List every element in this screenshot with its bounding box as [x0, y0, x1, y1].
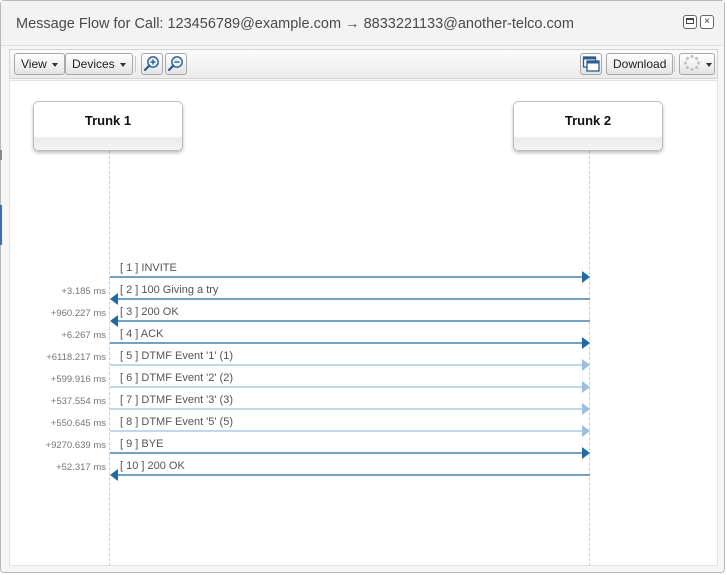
download-label: Download — [613, 57, 667, 71]
message-label[interactable]: [ 3 ] 200 OK — [120, 306, 179, 318]
message-time-delta: +3.185 ms — [61, 286, 106, 297]
message-label[interactable]: [ 1 ] INVITE — [120, 262, 177, 274]
toolbar-divider — [135, 56, 136, 72]
devices-menu-label: Devices — [72, 57, 115, 71]
message-time-delta: +550.645 ms — [50, 418, 106, 429]
arrow-head-icon — [582, 447, 590, 459]
chevron-down-icon — [119, 62, 126, 67]
arrow-head-icon — [582, 403, 590, 415]
message-flow-window: Message Flow for Call: 123456789@example… — [0, 0, 725, 573]
message-label[interactable]: [ 8 ] DTMF Event '5' (5) — [120, 416, 233, 428]
arrow-head-icon — [582, 271, 590, 283]
windows-icon — [582, 56, 600, 72]
message-flow-diagram: Trunk 1 Trunk 2 [ 1 ] INVITE[ 2 ] 100 Gi… — [9, 80, 718, 566]
zoom-in-button[interactable] — [141, 53, 163, 75]
devices-menu-button[interactable]: Devices — [65, 53, 133, 75]
arrow-head-icon — [110, 293, 118, 305]
chevron-down-icon — [706, 62, 712, 67]
maximize-icon[interactable] — [683, 15, 697, 29]
message-label[interactable]: [ 10 ] 200 OK — [120, 460, 185, 472]
settings-menu-button[interactable] — [679, 53, 715, 75]
view-menu-label: View — [21, 57, 47, 71]
toolbar-divider — [674, 56, 675, 72]
zoom-out-button[interactable] — [165, 53, 187, 75]
arrow-head-icon — [582, 337, 590, 349]
chevron-down-icon — [51, 62, 58, 67]
window-edge-mark — [0, 150, 2, 160]
message-label[interactable]: [ 9 ] BYE — [120, 438, 163, 450]
download-button[interactable]: Download — [606, 53, 674, 75]
settings-spinner-icon — [683, 55, 701, 72]
zoom-in-icon — [143, 56, 159, 72]
arrow-head-icon — [110, 469, 118, 481]
message-time-delta: +537.554 ms — [50, 396, 106, 407]
message-time-delta: +599.916 ms — [50, 374, 106, 385]
arrow-head-icon — [582, 425, 590, 437]
toolbar: View Devices Download — [9, 49, 718, 79]
message-time-delta: +9270.639 ms — [45, 440, 106, 451]
message-time-delta: +6.267 ms — [61, 330, 106, 341]
window-edge-mark — [0, 205, 2, 245]
message-arrows — [110, 271, 590, 481]
close-icon[interactable]: × — [700, 15, 714, 29]
message-time-delta: +960.227 ms — [50, 308, 106, 319]
windows-button[interactable] — [580, 53, 602, 75]
arrow-head-icon — [582, 359, 590, 371]
message-label[interactable]: [ 5 ] DTMF Event '1' (1) — [120, 350, 233, 362]
arrow-head-icon — [110, 315, 118, 327]
arrow-head-icon — [582, 381, 590, 393]
message-label[interactable]: [ 6 ] DTMF Event '2' (2) — [120, 372, 233, 384]
message-time-delta: +6118.217 ms — [46, 352, 106, 363]
message-time-delta: +52.317 ms — [56, 462, 106, 473]
message-label[interactable]: [ 2 ] 100 Giving a try — [120, 284, 218, 296]
zoom-out-icon — [167, 56, 183, 72]
window-title: Message Flow for Call: 123456789@example… — [16, 16, 574, 32]
message-label[interactable]: [ 7 ] DTMF Event '3' (3) — [120, 394, 233, 406]
message-label[interactable]: [ 4 ] ACK — [120, 328, 163, 340]
title-bar[interactable]: Message Flow for Call: 123456789@example… — [1, 1, 724, 46]
view-menu-button[interactable]: View — [14, 53, 65, 75]
